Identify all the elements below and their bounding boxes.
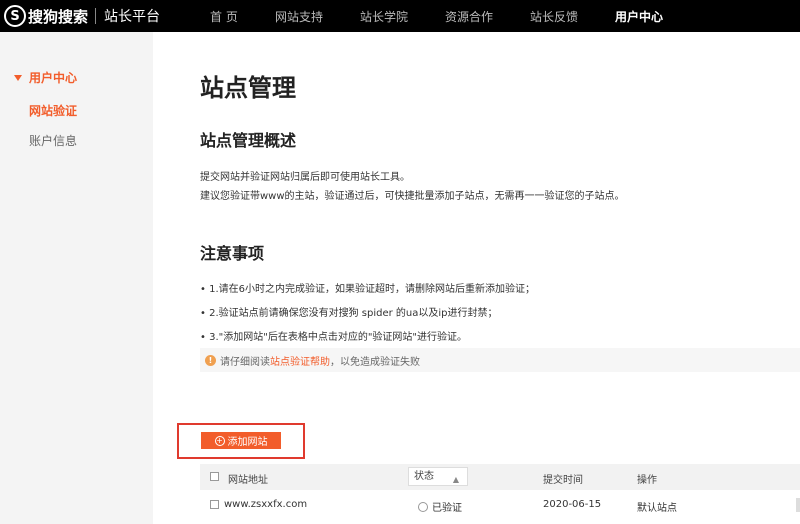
brand-name: 搜狗搜索 (28, 7, 89, 26)
tip-suffix: ，以免造成验证失败 (330, 356, 420, 368)
row-submit-time: 2020-06-15 (543, 499, 602, 510)
nav-home[interactable]: 首 页 (210, 8, 238, 25)
table-header: 网站地址 状态 ▲ 提交时间 操作 (200, 464, 800, 490)
verify-help-link[interactable]: 站点验证帮助 (270, 353, 330, 368)
main-content: 站点管理 站点管理概述 提交网站并验证网站归属后即可使用站长工具。 建议您验证带… (153, 32, 800, 524)
row-default-site[interactable]: 默认站点 (637, 499, 677, 514)
caret-down-icon (14, 74, 22, 81)
brand-subtitle: 站长平台 (104, 9, 161, 25)
nav-cooperation[interactable]: 资源合作 (445, 8, 493, 25)
note-item-3: • 3."添加网站"后在表格中点击对应的"验证网站"进行验证。 (200, 332, 468, 343)
table-row: www.zsxxfx.com 已验证 2020-06-15 默认站点 (200, 492, 800, 518)
add-site-button[interactable]: + 添加网站 (201, 432, 281, 449)
sidebar-item-account-info[interactable]: 账户信息 (29, 132, 77, 149)
overview-line-1: 提交网站并验证网站归属后即可使用站长工具。 (200, 172, 410, 183)
top-navbar: S 搜狗搜索 站长平台 首 页 网站支持 站长学院 资源合作 站长反馈 用户中心 (0, 0, 800, 32)
clock-icon (418, 502, 428, 512)
brand-divider (95, 8, 97, 24)
page-title: 站点管理 (200, 74, 296, 102)
add-site-label: 添加网站 (227, 437, 268, 448)
sidebar-heading[interactable]: 用户中心 (14, 69, 77, 86)
nav-site-support[interactable]: 网站支持 (275, 8, 323, 25)
row-action-button-edge[interactable] (796, 498, 800, 512)
chevron-up-icon: ▲ (452, 475, 459, 484)
sogou-logo-icon: S (4, 5, 26, 27)
tip-prefix: 请仔细阅读 (220, 356, 270, 368)
note-item-2: • 2.验证站点前请确保您没有对搜狗 spider 的ua以及ip进行封禁； (200, 308, 498, 319)
sidebar: 用户中心 网站验证 账户信息 (0, 32, 153, 524)
status-filter-dropdown[interactable]: 状态 ▲ (408, 467, 468, 486)
nav-feedback[interactable]: 站长反馈 (530, 8, 578, 25)
plus-icon: + (214, 435, 225, 446)
nav-academy[interactable]: 站长学院 (360, 8, 408, 25)
select-all-checkbox[interactable] (210, 472, 219, 481)
row-site-address: www.zsxxfx.com (224, 499, 308, 510)
tip-banner: ! 请仔细阅读 站点验证帮助 ，以免造成验证失败 (200, 348, 800, 372)
sidebar-item-site-verify[interactable]: 网站验证 (29, 102, 77, 119)
col-submit-time: 提交时间 (543, 475, 583, 486)
row-checkbox[interactable] (210, 500, 219, 509)
note-item-1: • 1.请在6小时之内完成验证，如果验证超时，请删除网站后重新添加验证； (200, 284, 535, 295)
brand-logo[interactable]: S 搜狗搜索 站长平台 (4, 0, 160, 32)
info-icon: ! (205, 354, 216, 366)
notes-heading: 注意事项 (200, 244, 265, 263)
status-filter-label: 状态 (414, 471, 434, 482)
row-status-text: 已验证 (432, 503, 462, 514)
row-status: 已验证 (418, 499, 462, 514)
overview-heading: 站点管理概述 (200, 131, 297, 150)
col-site-address: 网站地址 (228, 475, 268, 486)
nav-user-center[interactable]: 用户中心 (615, 8, 663, 25)
sidebar-heading-label: 用户中心 (29, 71, 78, 85)
overview-line-2: 建议您验证带www的主站，验证通过后，可快捷批量添加子站点，无需再一一验证您的子… (200, 191, 625, 202)
add-site-highlight: + 添加网站 (177, 423, 305, 459)
col-action: 操作 (637, 475, 657, 486)
